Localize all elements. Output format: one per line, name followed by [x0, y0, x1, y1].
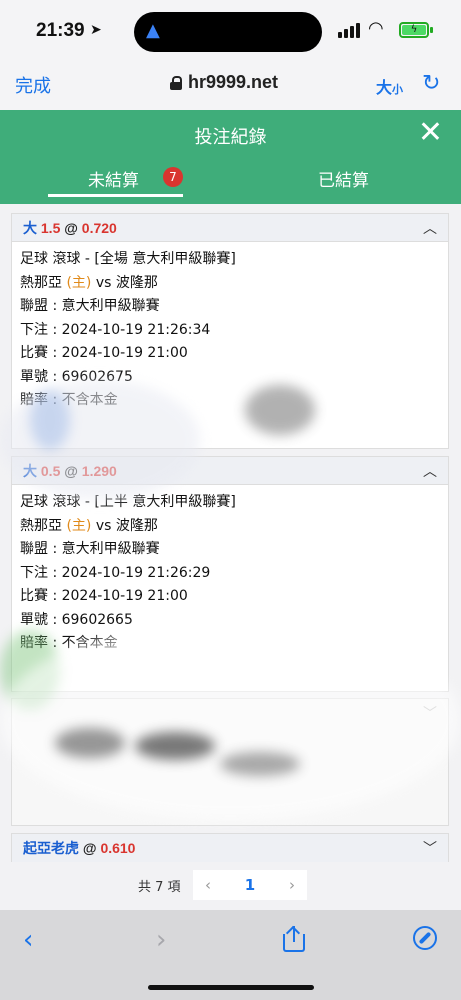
bet-selection: 起亞老虎 [23, 840, 79, 856]
bet-match-time: 比賽 : 2024-10-19 21:00 [20, 588, 188, 604]
home-indicator [148, 985, 314, 990]
address-bar[interactable]: hr9999.net [170, 72, 278, 93]
chevron-up-icon[interactable]: ︿ [423, 214, 437, 242]
bet-card: 大 0.5 @ 1.290 ︿ 足球 滾球 - [上半 意大利甲級聯賽] 熱那亞… [11, 456, 449, 692]
battery-tip [430, 27, 433, 33]
dynamic-island: ▲ [134, 12, 322, 52]
active-tab-indicator [48, 194, 183, 197]
home-team: 熱那亞 [20, 274, 62, 291]
status-time: 21:39 [36, 20, 85, 41]
bet-type: 足球 滾球 - [全場 意大利甲級聯賽] [20, 251, 236, 267]
total-count: 共 7 項 [138, 880, 181, 895]
bet-details: 足球 滾球 - [上半 意大利甲級聯賽] 熱那亞 (主) vs 波隆那 聯盟 :… [12, 485, 448, 662]
bet-card-collapsed[interactable]: 起亞老虎 @ 0.610 ﹀ [11, 833, 449, 862]
bet-at: @ [64, 220, 78, 236]
status-bar: 21:39 ➤ ▲ ◠ ϟ [0, 0, 461, 62]
vs-label: vs [95, 517, 112, 534]
bet-card-header[interactable]: 大 1.5 @ 0.720 ︿ [12, 214, 448, 242]
url-text: hr9999.net [188, 72, 279, 92]
next-page-button[interactable]: › [289, 876, 295, 894]
bet-placed-time: 下注 : 2024-10-19 21:26:29 [20, 564, 211, 581]
bet-match-time: 比賽 : 2024-10-19 21:00 [20, 345, 188, 361]
navigation-icon: ▲ [146, 20, 160, 41]
bet-details: 足球 滾球 - [全場 意大利甲級聯賽] 熱那亞 (主) vs 波隆那 聯盟 :… [12, 242, 448, 419]
bet-line: 1.5 [40, 220, 61, 236]
obscured-bet-card: ﹀ [11, 698, 449, 826]
bet-line: 0.5 [40, 463, 61, 479]
page-title: 投注紀錄 [194, 127, 267, 148]
location-arrow-icon: ➤ [90, 22, 102, 38]
battery-charging-icon: ϟ [399, 22, 429, 38]
done-button[interactable]: 完成 [15, 72, 51, 98]
bet-odds: 0.610 [100, 840, 136, 856]
away-team: 波隆那 [115, 274, 158, 291]
bet-league: 聯盟 : 意大利甲級聯賽 [20, 298, 160, 314]
bet-payout-note: 賠率 : 不含本金 [20, 635, 118, 651]
bet-placed-time: 下注 : 2024-10-19 21:26:34 [20, 321, 211, 338]
close-icon[interactable]: ✕ [418, 118, 443, 148]
bet-odds: 1.290 [81, 463, 117, 479]
back-icon[interactable]: ‹ [23, 925, 33, 955]
tab-unsettled[interactable]: 未結算 [88, 166, 139, 191]
bet-card-header[interactable]: 起亞老虎 @ 0.610 ﹀ [12, 834, 448, 862]
bet-card-header[interactable]: 大 0.5 @ 1.290 ︿ [12, 457, 448, 485]
forward-icon[interactable]: › [156, 925, 166, 955]
bet-teams: 熱那亞 (主) vs 波隆那 [20, 272, 440, 296]
bet-teams: 熱那亞 (主) vs 波隆那 [20, 515, 440, 539]
bet-ticket-number: 單號 : 69602675 [20, 368, 133, 385]
chevron-down-icon[interactable]: ﹀ [423, 834, 437, 862]
text-size-button[interactable]: 大小 [376, 74, 403, 98]
unsettled-count-badge: 7 [163, 167, 183, 187]
cellular-signal-icon [338, 23, 360, 38]
bet-selection: 大 [23, 463, 37, 479]
prev-page-button[interactable]: ‹ [205, 876, 211, 894]
lock-icon [170, 75, 182, 90]
bet-history-header: 投注紀錄 ✕ 未結算 7 已結算 [0, 110, 461, 204]
bet-payout-note: 賠率 : 不含本金 [20, 392, 118, 408]
bet-type: 足球 滾球 - [上半 意大利甲級聯賽] [20, 494, 236, 510]
reload-icon[interactable]: ↻ [422, 71, 440, 96]
compass-icon[interactable] [413, 926, 437, 950]
bet-ticket-number: 單號 : 69602665 [20, 611, 133, 628]
bet-league: 聯盟 : 意大利甲級聯賽 [20, 541, 160, 557]
away-team: 波隆那 [115, 517, 158, 534]
wifi-icon: ◠ [368, 18, 384, 39]
tab-settled[interactable]: 已結算 [318, 166, 369, 191]
browser-bar: 完成 hr9999.net 大小 ↻ [0, 62, 461, 110]
share-icon[interactable] [283, 925, 305, 952]
bet-odds: 0.720 [81, 220, 117, 236]
bet-card: 大 1.5 @ 0.720 ︿ 足球 滾球 - [全場 意大利甲級聯賽] 熱那亞… [11, 213, 449, 449]
home-tag: (主) [66, 274, 92, 291]
pager-controls: ‹ 1 › [193, 870, 307, 900]
chevron-up-icon[interactable]: ︿ [423, 457, 437, 485]
bet-selection: 大 [23, 220, 37, 236]
home-tag: (主) [66, 517, 92, 534]
current-page[interactable]: 1 [245, 876, 255, 894]
chevron-down-icon[interactable]: ﹀ [423, 703, 437, 723]
bet-at: @ [82, 840, 97, 856]
bet-at: @ [64, 463, 78, 479]
vs-label: vs [95, 274, 112, 291]
home-team: 熱那亞 [20, 517, 62, 534]
pagination: 共 7 項 ‹ 1 › [0, 870, 461, 900]
